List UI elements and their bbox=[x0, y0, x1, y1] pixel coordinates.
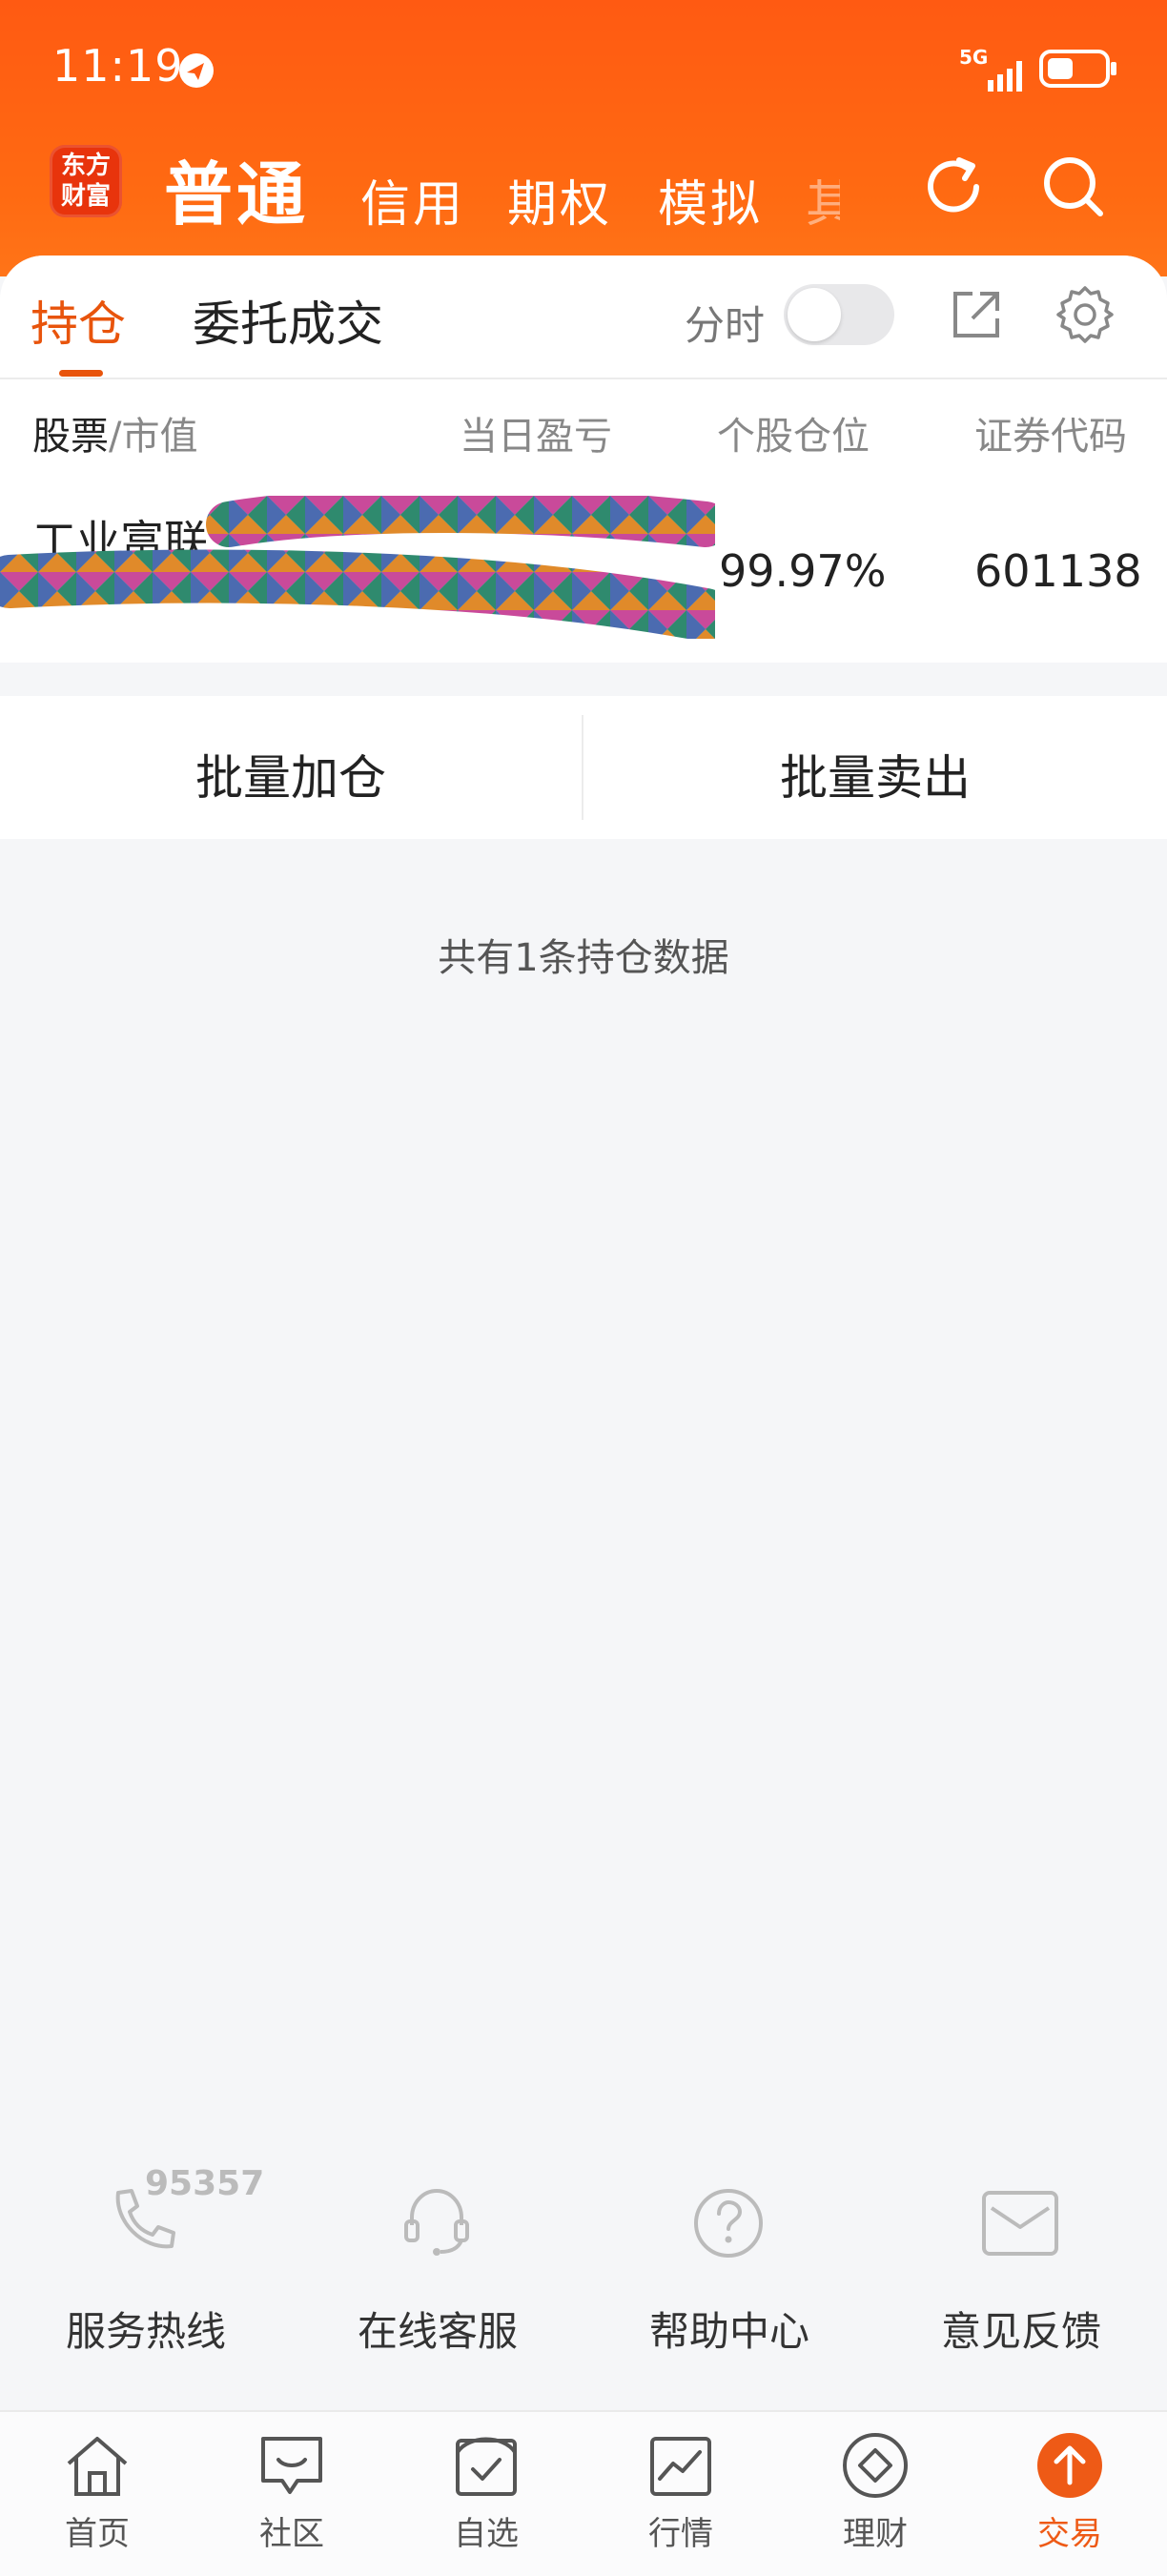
signal-icon: 5G bbox=[959, 46, 1022, 92]
column-stock: 股票 bbox=[32, 415, 109, 459]
help-center-label[interactable]: 帮助中心 bbox=[622, 2300, 837, 2358]
tab-normal[interactable]: 普通 bbox=[164, 138, 309, 238]
nav-community[interactable]: 社区 bbox=[194, 2431, 389, 2554]
mail-icon bbox=[982, 2191, 1058, 2256]
nav-trade[interactable]: 交易 bbox=[972, 2431, 1167, 2554]
phone-icon bbox=[115, 2189, 175, 2249]
chart-icon bbox=[650, 2437, 711, 2496]
nav-watchlist-label: 自选 bbox=[454, 2515, 519, 2553]
column-separator: / bbox=[109, 415, 122, 459]
intraday-toggle[interactable] bbox=[784, 284, 894, 345]
nav-wealth[interactable]: 理财 bbox=[778, 2431, 972, 2554]
batch-add-button[interactable]: 批量加仓 bbox=[0, 740, 582, 808]
feedback-label[interactable]: 意见反馈 bbox=[913, 2300, 1129, 2358]
column-position-ratio: 个股仓位 bbox=[717, 415, 870, 459]
chat-icon bbox=[261, 2437, 322, 2494]
notification-icon bbox=[179, 53, 214, 88]
tab-more[interactable]: 其 bbox=[806, 164, 840, 235]
tab-simulated[interactable]: 模拟 bbox=[658, 164, 763, 235]
watchlist-icon bbox=[456, 2437, 517, 2496]
question-icon bbox=[694, 2189, 763, 2258]
tab-options[interactable]: 期权 bbox=[507, 164, 612, 235]
nav-market[interactable]: 行情 bbox=[584, 2431, 778, 2554]
column-market-value: 市值 bbox=[121, 415, 198, 459]
app-logo[interactable]: 东方 财富 bbox=[50, 145, 122, 217]
tab-orders[interactable]: 委托成交 bbox=[193, 286, 383, 355]
diamond-icon bbox=[843, 2433, 908, 2498]
nav-home-label: 首页 bbox=[65, 2515, 130, 2553]
tab-divider bbox=[0, 378, 1167, 379]
nav-trade-label: 交易 bbox=[1037, 2515, 1102, 2553]
column-stock-value: 股票/市值 bbox=[32, 405, 197, 460]
hotline-label[interactable]: 服务热线 bbox=[38, 2300, 254, 2358]
position-ratio-value: 99.97% bbox=[719, 545, 887, 597]
column-code: 证券代码 bbox=[974, 415, 1127, 459]
nav-home[interactable]: 首页 bbox=[0, 2431, 194, 2554]
redaction-scribble bbox=[0, 496, 715, 639]
headset-icon bbox=[404, 2188, 469, 2256]
intraday-label: 分时 bbox=[685, 302, 766, 349]
active-tab-indicator bbox=[59, 370, 103, 377]
status-time: 11:19 bbox=[52, 40, 184, 92]
column-daily-pnl: 当日盈亏 bbox=[460, 415, 612, 459]
tab-credit[interactable]: 信用 bbox=[360, 164, 465, 235]
nav-watchlist[interactable]: 自选 bbox=[389, 2431, 584, 2554]
toggle-knob bbox=[788, 288, 841, 341]
trade-arrow-icon bbox=[1037, 2433, 1102, 2498]
online-service-label[interactable]: 在线客服 bbox=[330, 2300, 545, 2358]
share-icon[interactable] bbox=[948, 286, 1005, 343]
refresh-icon[interactable] bbox=[917, 151, 990, 223]
holdings-count-text: 共有1条持仓数据 bbox=[438, 936, 729, 980]
search-icon[interactable] bbox=[1037, 151, 1110, 223]
stock-code-value: 601138 bbox=[974, 545, 1142, 597]
battery-icon bbox=[1039, 50, 1116, 88]
tab-holdings[interactable]: 持仓 bbox=[31, 286, 126, 355]
home-icon bbox=[67, 2437, 128, 2496]
nav-wealth-label: 理财 bbox=[843, 2515, 908, 2553]
settings-icon[interactable] bbox=[1054, 284, 1116, 345]
nav-market-label: 行情 bbox=[648, 2515, 713, 2553]
nav-community-label: 社区 bbox=[259, 2515, 324, 2553]
batch-sell-button[interactable]: 批量卖出 bbox=[584, 740, 1167, 808]
